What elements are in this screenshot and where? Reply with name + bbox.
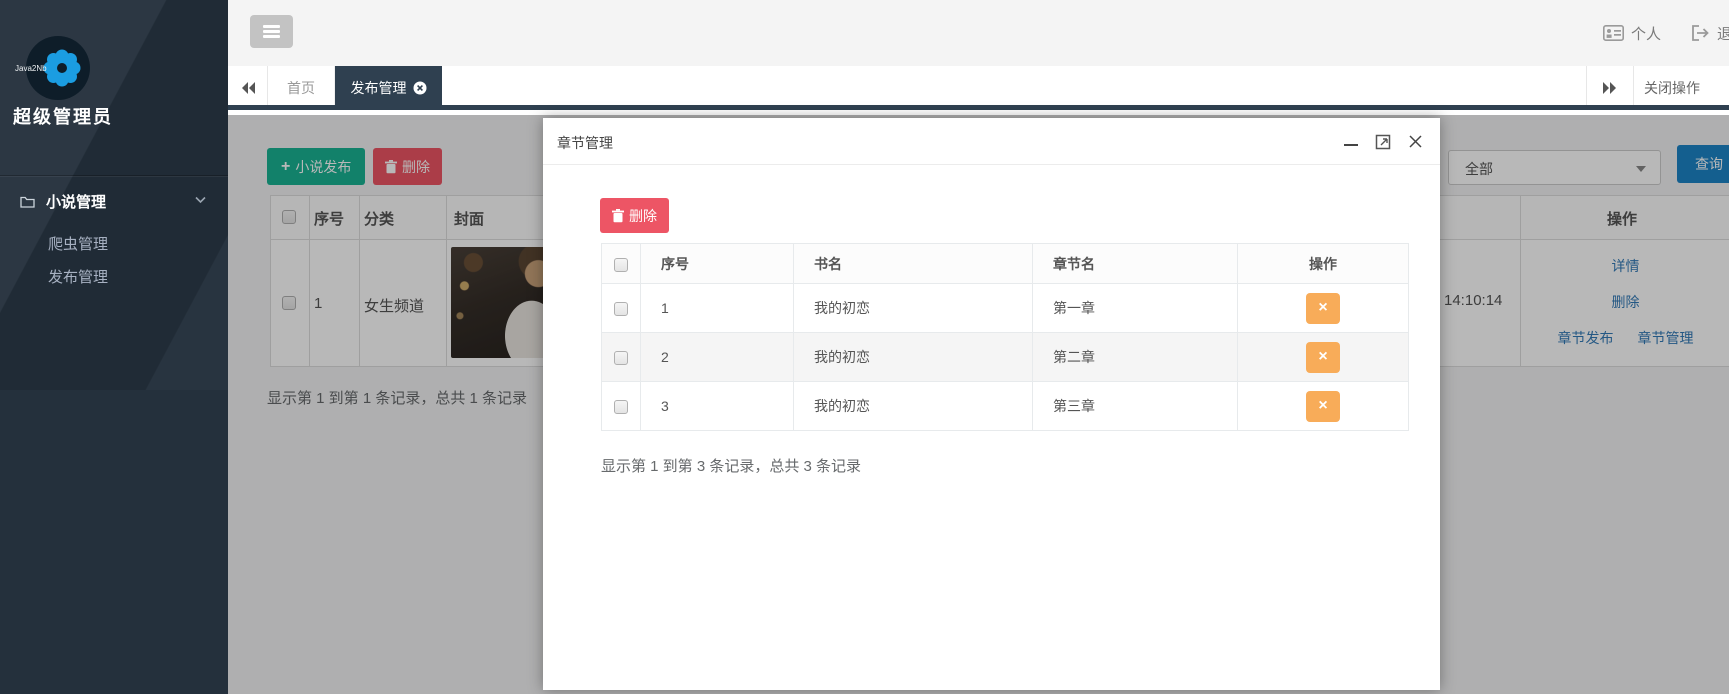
tabs-scroll-right-button[interactable] bbox=[1586, 66, 1634, 110]
row-delete-button[interactable]: × bbox=[1306, 391, 1340, 422]
table-row: 2 我的初恋 第二章 × bbox=[602, 333, 1409, 382]
topbar: 个人 退出 bbox=[228, 0, 1729, 66]
tabs-scroll-left-button[interactable] bbox=[228, 66, 268, 110]
close-operations-dropdown[interactable]: 关闭操作 bbox=[1634, 66, 1729, 110]
tabbar: 首页 发布管理 关闭操作 bbox=[228, 66, 1729, 110]
tabbar-right: 关闭操作 bbox=[1586, 66, 1729, 105]
tab-label: 发布管理 bbox=[351, 78, 407, 98]
row-delete-button[interactable]: × bbox=[1306, 342, 1340, 373]
id-card-icon bbox=[1603, 25, 1624, 41]
double-right-arrow-icon bbox=[1602, 81, 1618, 95]
close-x-icon: × bbox=[1318, 349, 1327, 365]
row-checkbox[interactable] bbox=[614, 351, 628, 365]
row-checkbox[interactable] bbox=[614, 400, 628, 414]
modal-delete-button[interactable]: 删除 bbox=[600, 198, 669, 233]
modal-header: 章节管理 bbox=[543, 118, 1440, 165]
sidebar-divider bbox=[0, 176, 228, 177]
topbar-right: 个人 退出 bbox=[1603, 0, 1729, 66]
personal-link[interactable]: 个人 bbox=[1631, 23, 1661, 44]
table-row: 3 我的初恋 第三章 × bbox=[602, 382, 1409, 431]
modal-title: 章节管理 bbox=[557, 133, 613, 153]
maximize-icon[interactable] bbox=[1374, 132, 1392, 150]
chevron-down-icon bbox=[195, 196, 206, 204]
logo-text: Java2Nb bbox=[15, 64, 47, 73]
row-checkbox[interactable] bbox=[614, 302, 628, 316]
tab-publish-management[interactable]: 发布管理 bbox=[335, 66, 442, 110]
col-no: 序号 bbox=[641, 244, 794, 284]
tab-close-icon[interactable] bbox=[413, 81, 427, 95]
sidebar-item-label: 小说管理 bbox=[46, 191, 106, 212]
col-book: 书名 bbox=[794, 244, 1033, 284]
admin-role-title: 超级管理员 bbox=[13, 103, 113, 129]
table-row: 1 我的初恋 第一章 × bbox=[602, 284, 1409, 333]
chapter-management-modal: 章节管理 删除 序号 bbox=[543, 118, 1440, 690]
sidebar-toggle-button[interactable] bbox=[250, 15, 293, 48]
folder-icon bbox=[20, 195, 35, 208]
sidebar-item-crawler-management[interactable]: 爬虫管理 bbox=[48, 233, 198, 255]
tab-home[interactable]: 首页 bbox=[268, 66, 335, 110]
sign-out-icon bbox=[1691, 25, 1710, 41]
sidebar: Java2Nb 超级管理员 小说管理 爬虫管理 发布管理 bbox=[0, 0, 228, 694]
close-x-icon: × bbox=[1318, 300, 1327, 316]
row-delete-button[interactable]: × bbox=[1306, 293, 1340, 324]
close-icon[interactable] bbox=[1406, 132, 1424, 150]
double-left-arrow-icon bbox=[240, 81, 256, 95]
select-all-checkbox[interactable] bbox=[614, 258, 628, 272]
modal-window-controls bbox=[1342, 131, 1424, 151]
col-operations: 操作 bbox=[1238, 244, 1409, 284]
record-summary: 显示第 1 到第 3 条记录，总共 3 条记录 bbox=[601, 455, 861, 476]
trash-icon bbox=[612, 209, 624, 223]
chapter-table-header: 序号 书名 章节名 操作 bbox=[602, 244, 1409, 284]
logout-link[interactable]: 退出 bbox=[1717, 23, 1729, 44]
sidebar-item-novel-management[interactable]: 小说管理 bbox=[0, 188, 228, 214]
minimize-icon[interactable] bbox=[1342, 132, 1360, 150]
sidebar-item-publish-management[interactable]: 发布管理 bbox=[48, 266, 198, 288]
close-x-icon: × bbox=[1318, 398, 1327, 414]
publish-management-page: { "theme": { "sidebar_bg": "#24303c", "a… bbox=[0, 0, 1729, 694]
gear-icon bbox=[42, 48, 82, 88]
chapter-table: 序号 书名 章节名 操作 1 我的初恋 第一章 × 2 我的初恋 第二章 × 3… bbox=[601, 243, 1409, 431]
col-chapter: 章节名 bbox=[1033, 244, 1238, 284]
